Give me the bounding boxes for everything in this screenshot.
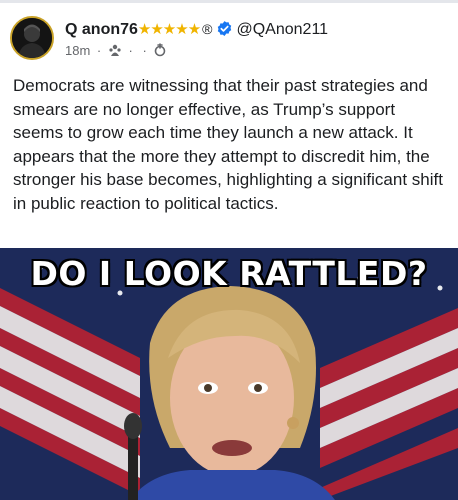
author-line: Q anon76★★★★★ ® @QAnon211 [65,19,328,40]
author-handle[interactable]: @QAnon211 [236,21,328,38]
post-body-text: Democrats are witnessing that their past… [13,76,443,213]
post-image[interactable]: DO I LOOK RATTLED? [0,248,458,500]
post-meta: 18m · · · [65,42,167,60]
verified-badge-icon [218,21,232,36]
pin-icon[interactable] [153,43,167,57]
author-avatar[interactable] [10,16,54,60]
meme-caption: DO I LOOK RATTLED? [30,253,429,294]
meta-separator: · [142,43,147,58]
avatar-portrait-icon [12,18,52,58]
author-name[interactable]: Q anon76 [65,21,138,38]
post-header: Q anon76★★★★★ ® @QAnon211 18m · · · [10,14,450,62]
top-divider [0,0,458,3]
meta-separator: · [96,43,102,58]
meta-separator: · [128,43,133,58]
audience-icon[interactable] [108,43,122,57]
post-timestamp[interactable]: 18m [65,43,90,58]
registered-mark: ® [202,21,213,37]
star-rating: ★★★★★ [137,21,201,38]
